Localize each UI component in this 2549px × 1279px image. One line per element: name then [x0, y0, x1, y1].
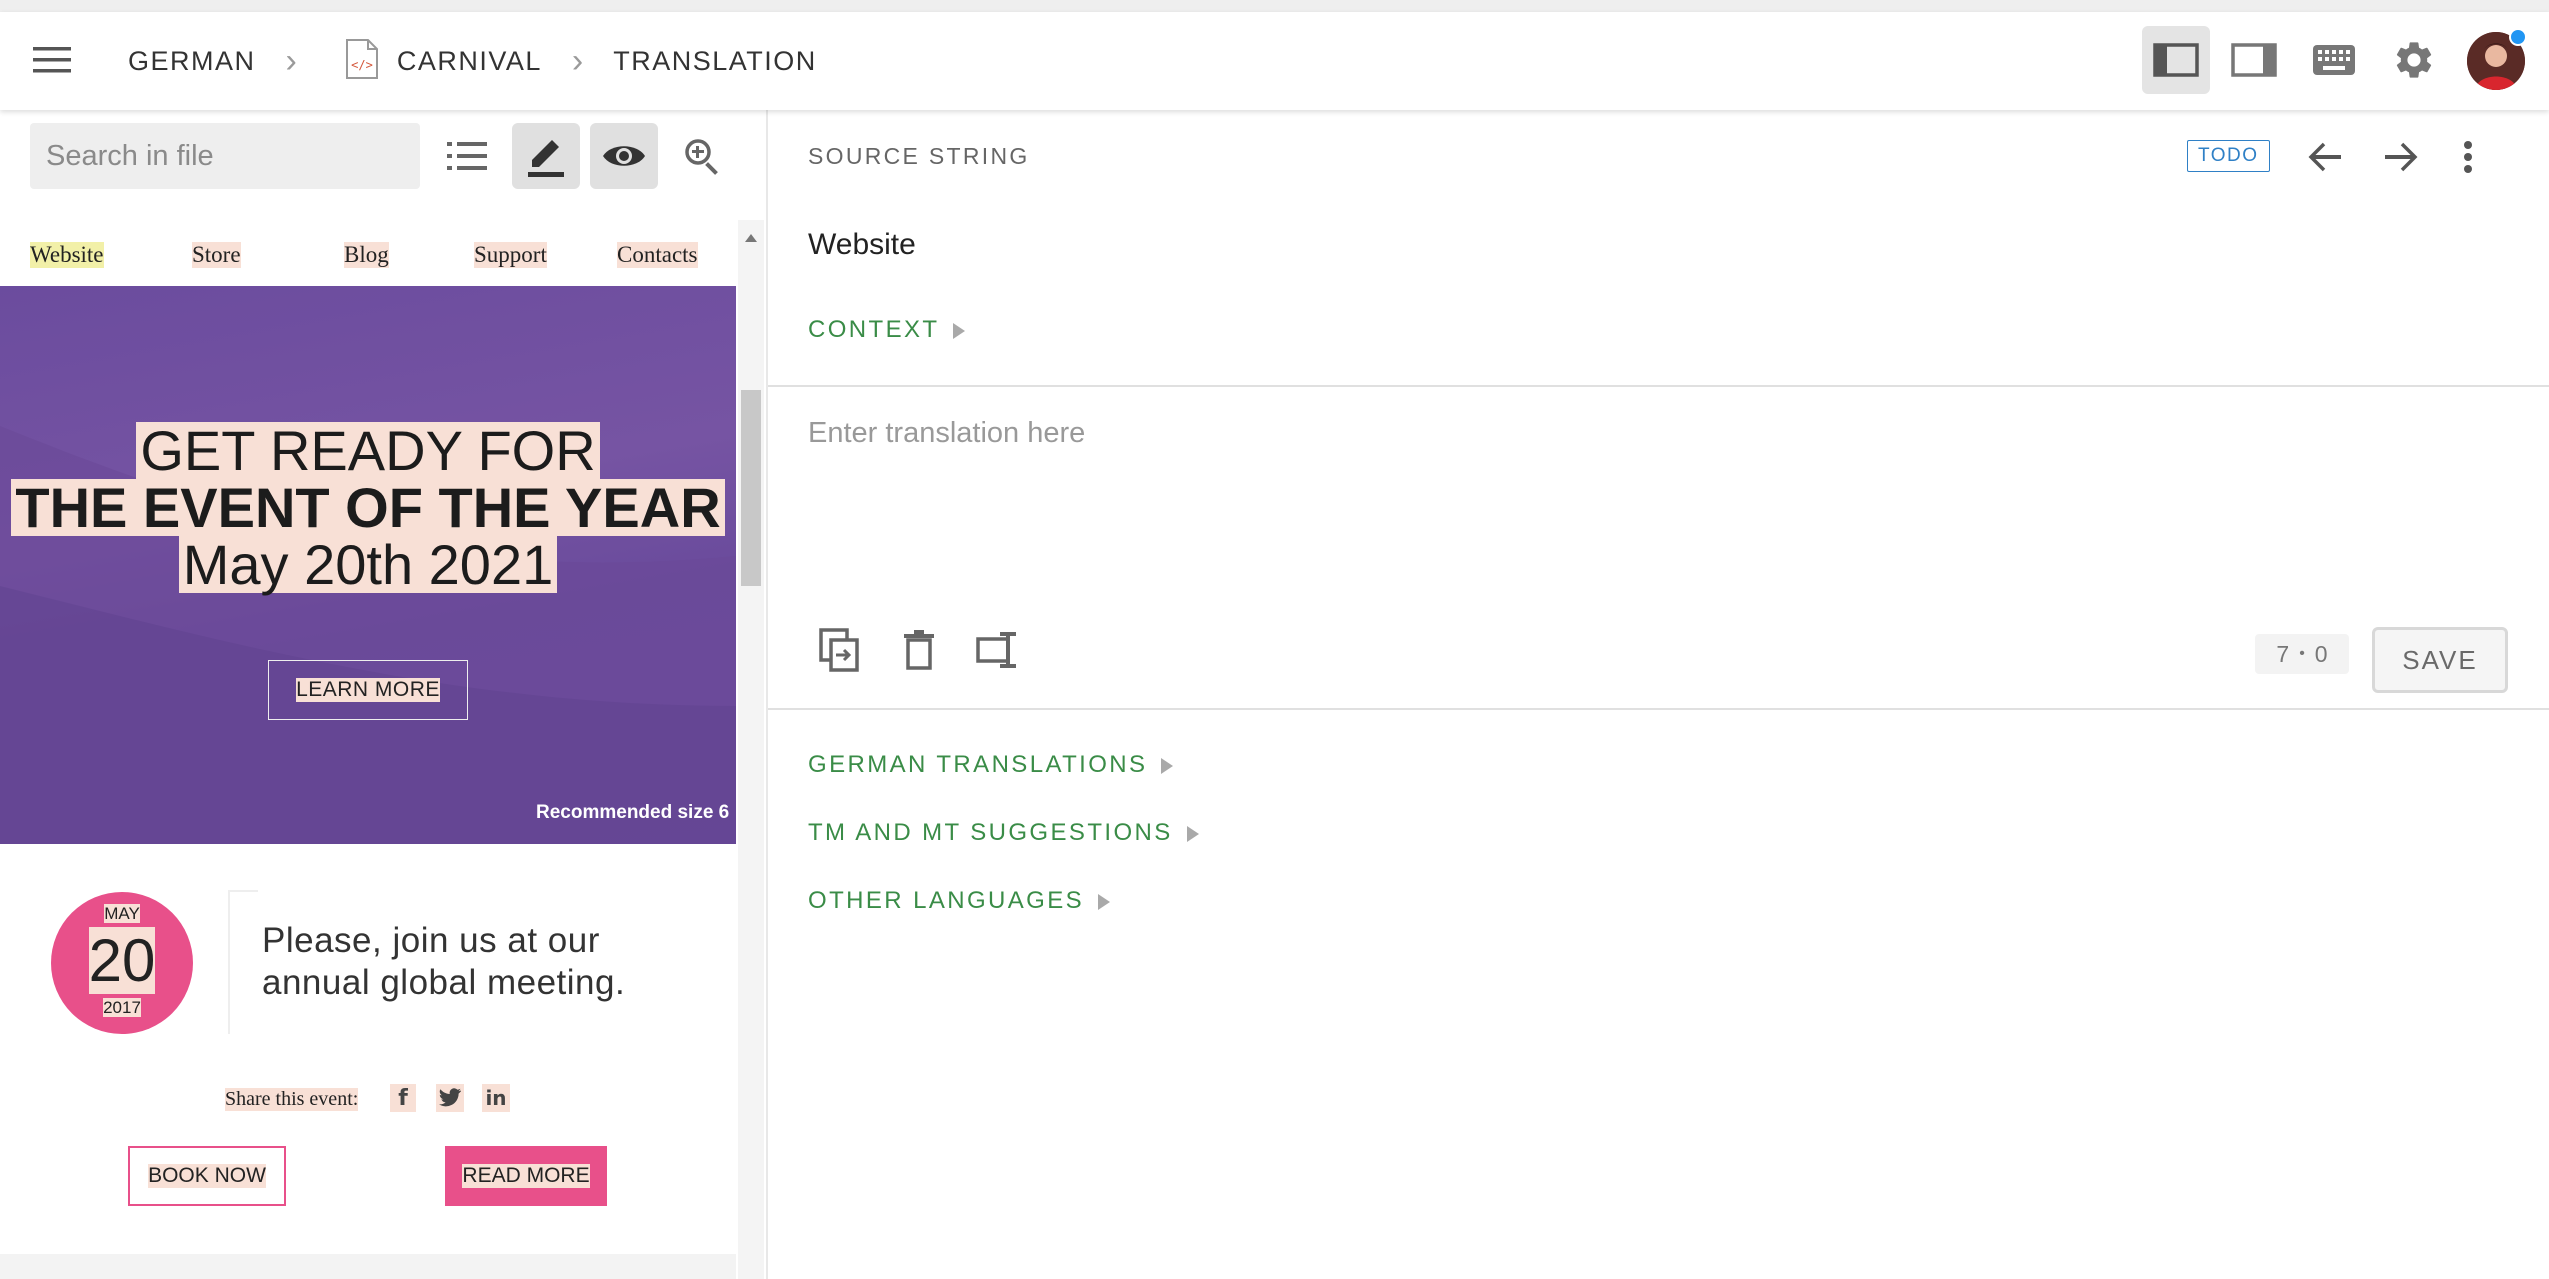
delete-trash-icon[interactable]: [896, 624, 942, 676]
more-options-icon[interactable]: [2448, 132, 2488, 182]
book-now-button[interactable]: BOOK NOW: [128, 1146, 286, 1206]
editor-divider-bottom: [768, 708, 2549, 710]
counter-value-b: 0: [2314, 640, 2328, 667]
date-month: MAY: [104, 904, 140, 923]
todo-status-badge: TODO: [2187, 140, 2270, 172]
breadcrumb-file[interactable]: CARNIVAL: [397, 46, 542, 77]
german-translations-label: GERMAN TRANSLATIONS: [808, 751, 1148, 778]
preview-footer-strip: [0, 1254, 736, 1279]
learn-more-button[interactable]: LEARN MORE: [268, 660, 468, 720]
share-label: Share this event:: [225, 1088, 359, 1111]
html-file-icon: </>: [345, 38, 379, 85]
other-languages-label: OTHER LANGUAGES: [808, 887, 1085, 914]
right-panel-layout-icon[interactable]: [2220, 26, 2288, 94]
linkedin-icon[interactable]: in: [482, 1084, 510, 1112]
left-panel-layout-icon[interactable]: [2142, 26, 2210, 94]
date-badge: MAY 20 2017: [51, 892, 193, 1034]
expand-triangle-icon: [1161, 757, 1174, 774]
edit-mode-icon[interactable]: [512, 123, 580, 189]
invite-divider: [228, 890, 258, 1034]
editor-panel: SOURCE STRING TODO Website CONTEXT Enter…: [768, 110, 2549, 1279]
twitter-icon[interactable]: [436, 1084, 464, 1112]
character-counter: 7 • 0: [2255, 634, 2349, 674]
hero-line-3: May 20th 2021: [178, 536, 558, 593]
breadcrumb-section: TRANSLATION: [613, 45, 817, 76]
svg-text:</>: </>: [351, 58, 373, 72]
file-preview-panel: Search in file Website Store Blog Suppor…: [0, 110, 768, 1279]
read-more-button[interactable]: READ MORE: [445, 1146, 607, 1206]
list-view-icon[interactable]: [432, 123, 502, 189]
split-text-icon[interactable]: [972, 624, 1024, 676]
hero-banner: GET READY FOR THE EVENT OF THE YEAR May …: [0, 286, 736, 844]
copy-source-icon[interactable]: [816, 624, 862, 676]
search-placeholder: Search in file: [46, 139, 214, 172]
facebook-icon[interactable]: f: [390, 1084, 416, 1112]
keyboard-icon[interactable]: [2300, 26, 2368, 94]
breadcrumb-language[interactable]: GERMAN: [128, 46, 256, 77]
window-top-strip: [0, 0, 2549, 12]
preview-canvas: Website Store Blog Support Contacts GET …: [0, 220, 736, 1279]
expand-triangle-icon: [953, 322, 966, 339]
invite-text: Please, join us at our annual global mee…: [262, 921, 626, 1002]
tm-mt-suggestions-label: TM AND MT SUGGESTIONS: [808, 819, 1173, 846]
learn-more-label: LEARN MORE: [296, 678, 440, 702]
search-input[interactable]: Search in file: [30, 123, 420, 189]
nav-item-contacts[interactable]: Contacts: [617, 242, 698, 268]
preview-eye-icon[interactable]: [590, 123, 658, 189]
hero-line-1: GET READY FOR: [136, 422, 600, 479]
notification-dot: [2509, 28, 2527, 46]
nav-item-blog[interactable]: Blog: [344, 242, 389, 268]
translation-placeholder: Enter translation here: [808, 417, 1086, 449]
context-toggle[interactable]: CONTEXT: [808, 316, 966, 344]
save-label: SAVE: [2402, 644, 2478, 675]
date-year: 2017: [103, 998, 141, 1017]
counter-separator: •: [2299, 645, 2305, 662]
hamburger-menu-icon[interactable]: [33, 45, 71, 75]
date-day: 20: [88, 927, 156, 994]
context-label: CONTEXT: [808, 316, 940, 343]
source-string-label: SOURCE STRING: [808, 143, 1030, 169]
translation-input[interactable]: Enter translation here: [768, 387, 2549, 587]
previous-string-arrow-icon[interactable]: [2295, 132, 2355, 182]
expand-triangle-icon: [1186, 825, 1199, 842]
nav-item-store[interactable]: Store: [192, 242, 241, 268]
german-translations-toggle[interactable]: GERMAN TRANSLATIONS: [808, 751, 1174, 779]
book-now-label: BOOK NOW: [148, 1164, 266, 1188]
hero-line-2: THE EVENT OF THE YEAR: [11, 479, 725, 536]
preview-nav: Website Store Blog Support Contacts: [0, 238, 736, 274]
scroll-up-arrow-icon[interactable]: [745, 234, 757, 242]
next-string-arrow-icon[interactable]: [2371, 132, 2431, 182]
chevron-right-icon: ›: [571, 41, 584, 80]
settings-gear-icon[interactable]: [2380, 26, 2448, 94]
nav-item-website[interactable]: Website: [30, 242, 104, 268]
source-string-text: Website: [808, 228, 916, 261]
tm-mt-suggestions-toggle[interactable]: TM AND MT SUGGESTIONS: [808, 819, 1199, 847]
other-languages-toggle[interactable]: OTHER LANGUAGES: [808, 887, 1111, 915]
save-button[interactable]: SAVE: [2372, 627, 2508, 693]
counter-value-a: 7: [2276, 640, 2290, 667]
share-row: Share this event: f in: [0, 1082, 736, 1122]
zoom-search-icon[interactable]: [668, 123, 736, 189]
chevron-right-icon: ›: [285, 41, 297, 80]
preview-scrollbar[interactable]: [738, 220, 764, 1279]
expand-triangle-icon: [1098, 893, 1111, 910]
scrollbar-thumb[interactable]: [741, 390, 761, 586]
read-more-label: READ MORE: [462, 1164, 590, 1188]
recommended-size-note: Recommended size 6: [536, 802, 730, 823]
top-bar: GERMAN › </> CARNIVAL › TRANSLATION: [0, 12, 2549, 110]
nav-item-support[interactable]: Support: [474, 242, 547, 268]
breadcrumb: GERMAN › </> CARNIVAL › TRANSLATION: [128, 12, 817, 110]
